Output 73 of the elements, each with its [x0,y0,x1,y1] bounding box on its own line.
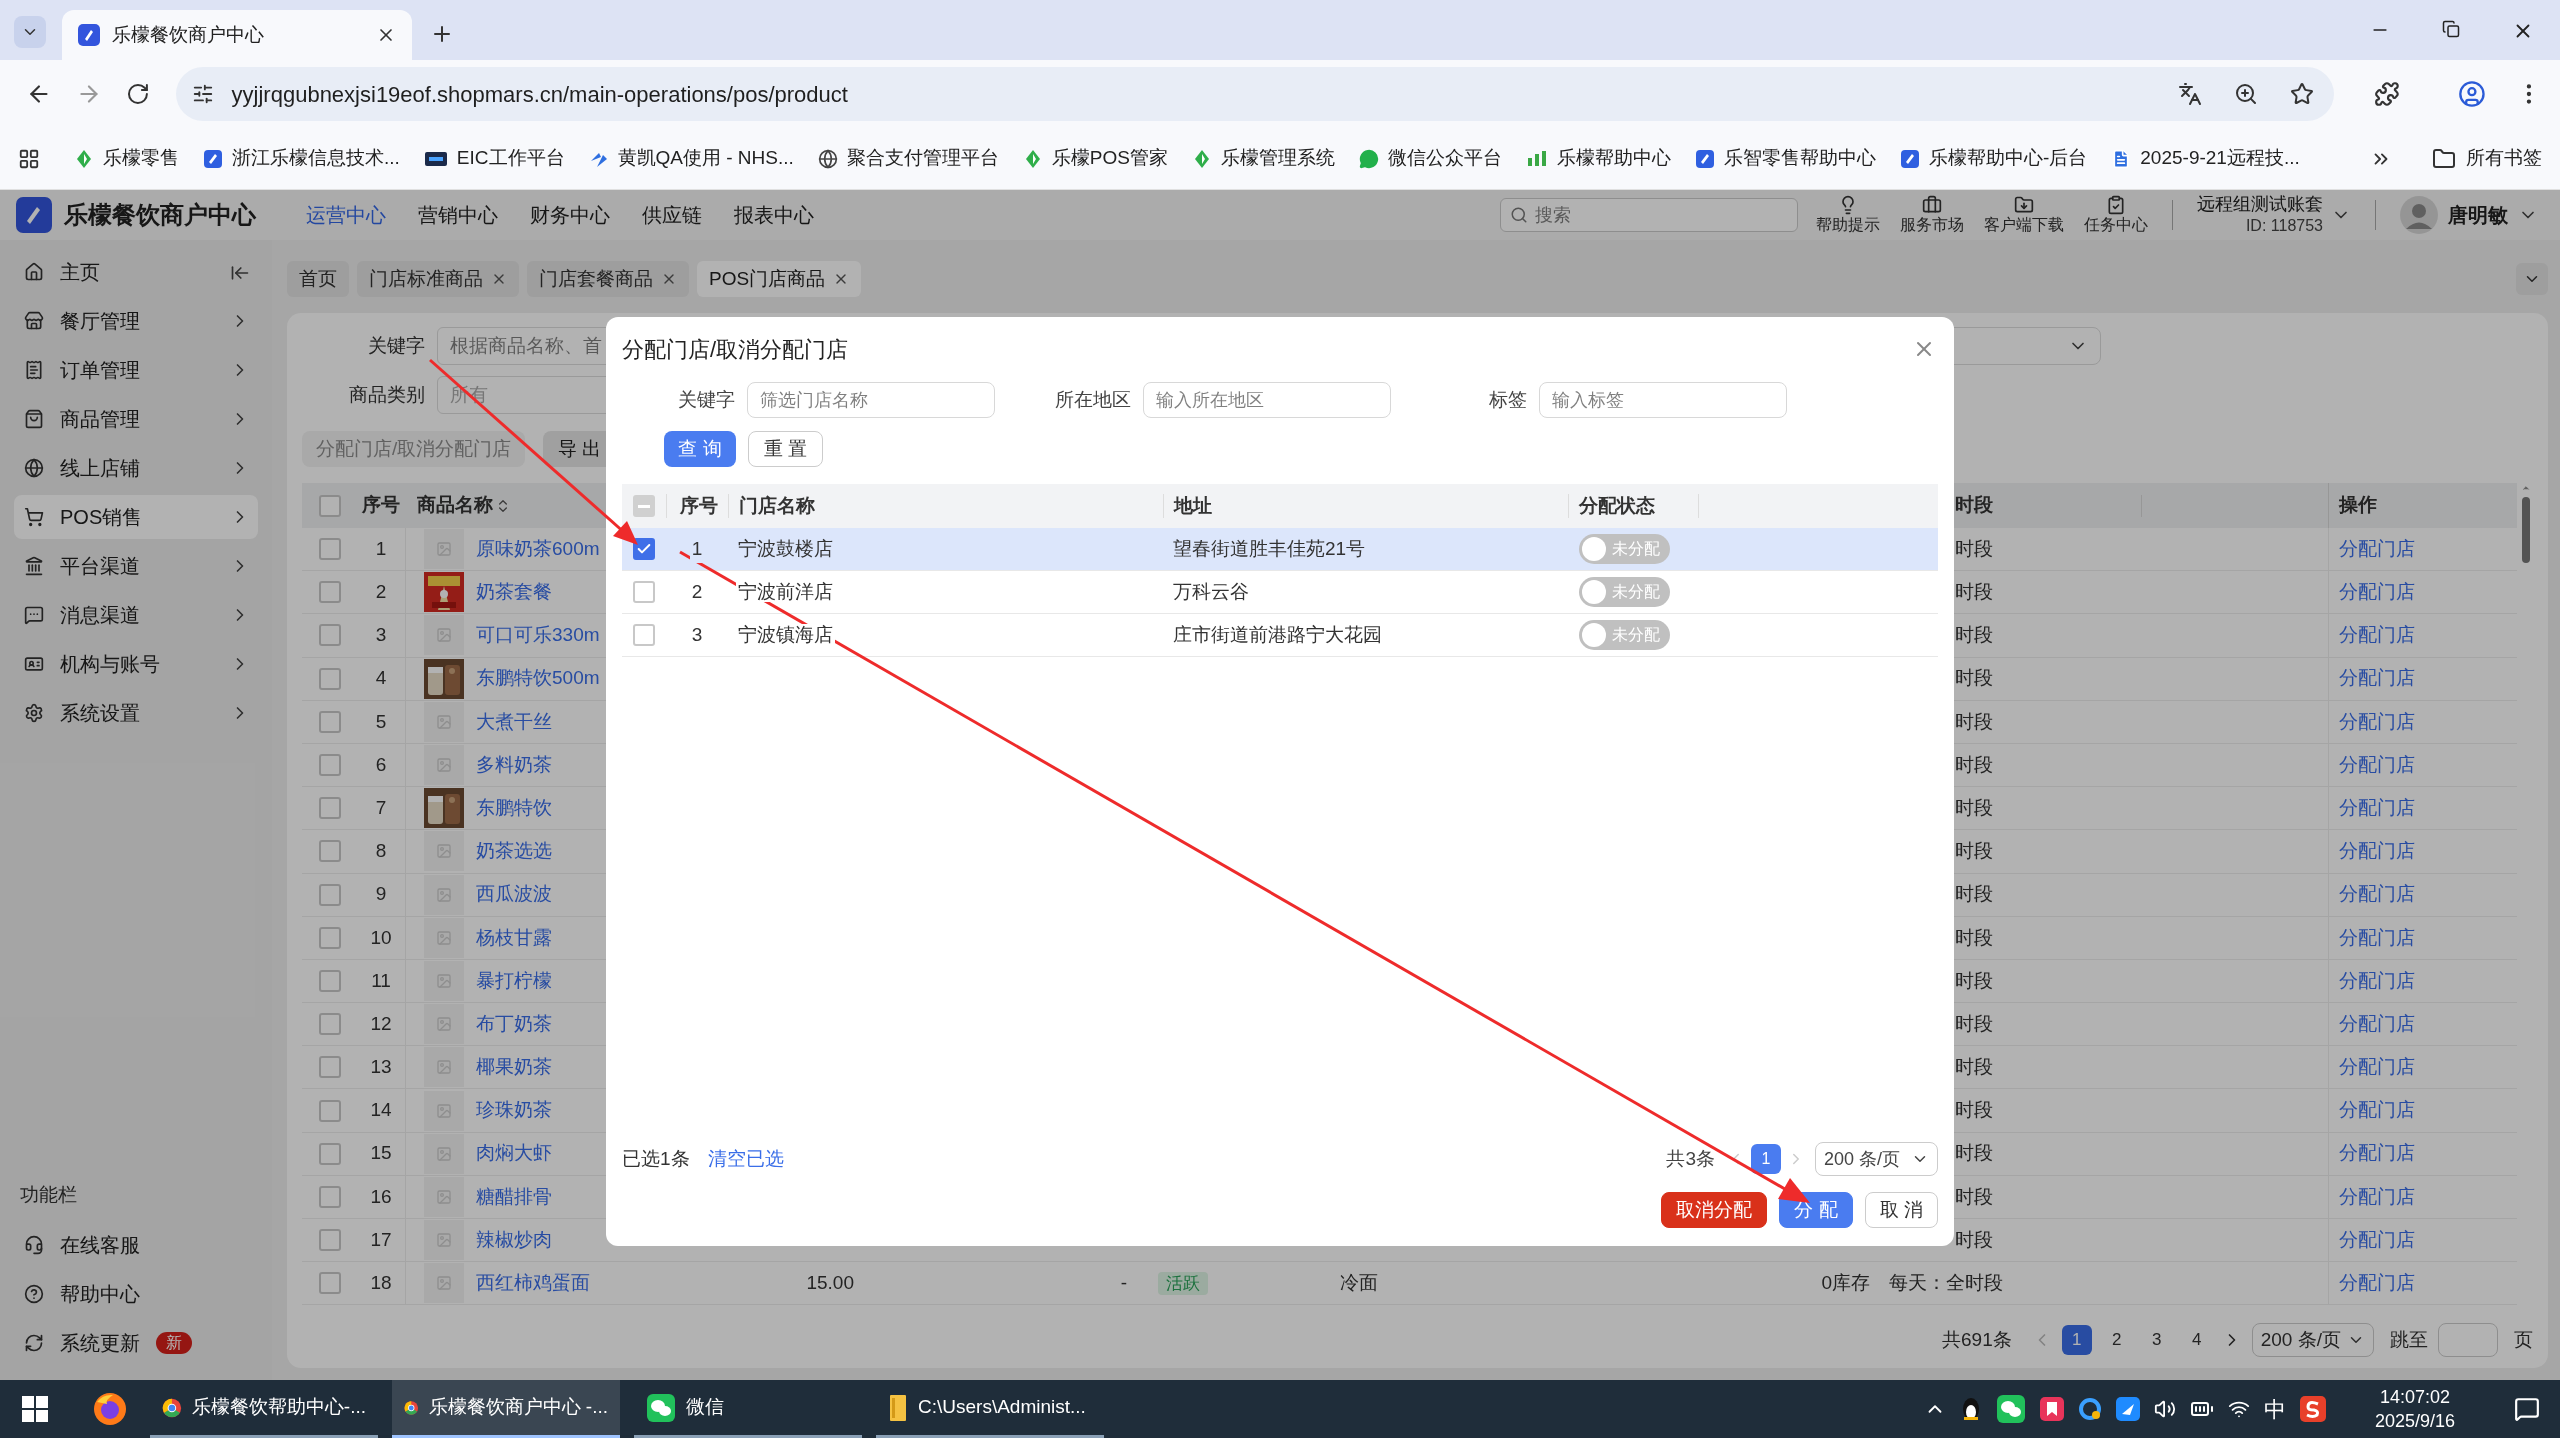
table-cell-text: 1 [375,536,387,561]
tab-title: 乐檬餐饮商户中心 [112,22,265,47]
table-cell-text: 4 [375,666,387,691]
table-cell: 时段 [1955,667,1993,689]
table-cell-text: 11 [371,968,391,993]
table-cell-text: - [1119,1271,1128,1296]
table-cell-text: 18 [370,1271,392,1296]
table-cell: 时段 [1955,1185,1993,1207]
table-cell-text: 17 [370,1227,392,1252]
table-cell: 时段 [1955,710,1993,732]
field-label: 关键字 [367,333,425,358]
table-cell-text: 2 [375,580,387,605]
table-cell: 时段 [1955,796,1993,818]
table-cell: 时段 [1955,624,1993,646]
table-cell-text: 16 [370,1184,392,1209]
table-cell: 时段 [1955,753,1993,775]
dialog-title: 分配门店/取消分配门店 [622,335,850,364]
selected-count: 已选1条 [622,1146,690,1171]
section-heading: 功能栏 [19,1182,78,1207]
table-cell-text: 万科云谷 [1172,579,1250,604]
table-cell: 每天：全时段 [1889,1272,2003,1294]
table-cell: 时段 [1955,883,1993,905]
table-cell: 时段 [1955,1056,1993,1078]
table-cell: 时段 [1955,1142,1993,1164]
total-count: 共3条 [1666,1146,1715,1171]
table-cell: 时段 [1955,581,1993,603]
table-cell: 宁波鼓楼店 [736,537,835,559]
table-cell-text: 冷面 [1339,1271,1379,1296]
table-cell: 宁波镇海店 [736,623,835,645]
status-tag: 活跃 [1158,1272,1208,1296]
table-cell-text: 10 [370,925,392,950]
table-cell: 时段 [1955,1099,1993,1121]
table-cell-text: 15 [370,1141,392,1166]
column-header: 时段 [1955,494,1993,516]
account-name: 远程组测试账套 [2197,193,2323,215]
column-header: 序号 [666,494,728,518]
column-header: 序号 [362,493,400,518]
field-label: 标签 [1488,387,1527,412]
table-cell: 时段 [1955,926,1993,948]
field-label: 所在地区 [1054,387,1131,412]
table-cell: 时段 [1955,969,1993,991]
column-header: 地址 [1163,494,1568,518]
table-cell-text: 14 [370,1098,392,1123]
table-cell: 时段 [1955,1228,1993,1250]
table-cell: 时段 [1955,537,1993,559]
table-cell-text: 13 [370,1055,392,1080]
column-header: 操作 [2328,483,2517,528]
table-cell-text: 12 [370,1011,392,1036]
field-label: 关键字 [677,387,735,412]
table-cell: 时段 [1955,1012,1993,1034]
column-header: 分配状态 [1568,494,1698,518]
brand-name: 乐檬餐饮商户中心 [64,200,257,230]
account-id: ID: 118753 [2245,216,2323,236]
column-header: 门店名称 [728,494,1163,518]
table-cell-text: 15.00 [805,1271,855,1296]
table-cell-text: 9 [375,882,387,907]
jump-label: 跳至 [2390,1327,2428,1352]
page-unit: 页 [2514,1327,2533,1352]
table-cell: 时段 [1955,840,1993,862]
user-name: 唐明敏 [2448,203,2508,228]
url-text: yyjjrqgubnexjsi19eof.shopmars.cn/main-operations/pos/product [231,80,849,109]
table-cell-text: 0库存 [1820,1271,1871,1296]
new-badge: 新 [156,1332,192,1354]
table-cell-text: 5 [375,709,387,734]
table-cell-text: 3 [375,623,387,648]
table-cell: 宁波前洋店 [736,580,835,602]
table-cell-text: 8 [375,839,387,864]
total-count: 共691条 [1942,1327,2012,1352]
table-cell-text: 6 [375,752,387,777]
table-cell-text: 望春街道胜丰佳苑21号 [1172,536,1367,561]
field-label: 商品类别 [348,382,425,407]
table-cell-text: 7 [375,795,387,820]
table-cell-text: 庄市街道前港路宁大花园 [1172,622,1383,647]
